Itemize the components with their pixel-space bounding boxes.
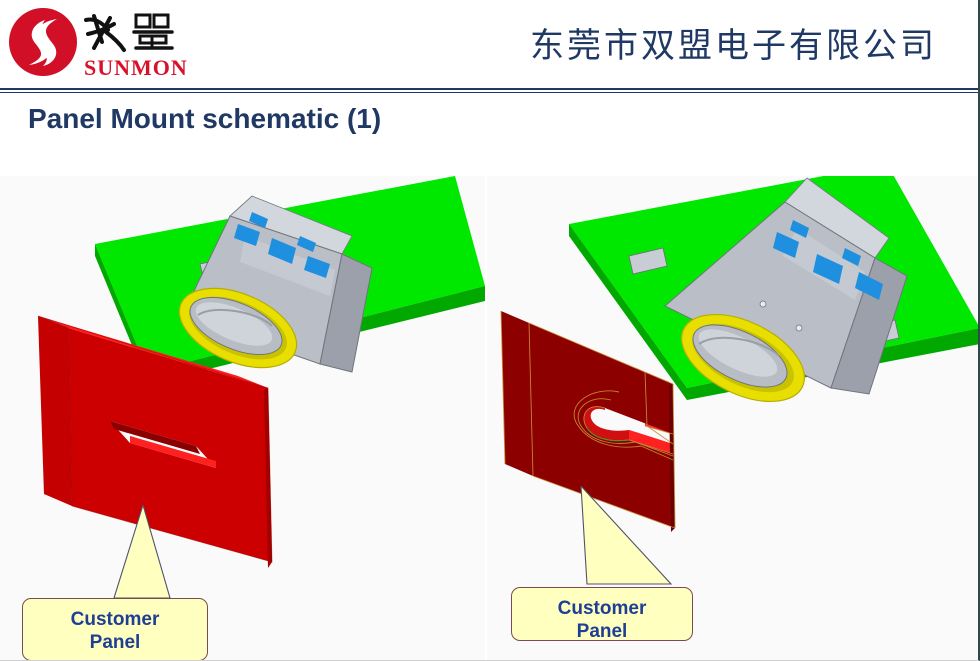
callout-right-line1: Customer [557, 598, 647, 619]
slide-canvas: SUNMON 东莞市双盟电子有限公司 Panel Mount schematic… [0, 0, 980, 661]
page-title: Panel Mount schematic (1) [28, 103, 382, 134]
cad-render-left [37, 176, 485, 568]
company-name: 东莞市双盟电子有限公司 [530, 26, 937, 66]
figure-panel-mount-closed-slot [0, 176, 485, 660]
callout-left-line1: Customer [70, 609, 160, 630]
callout-left-line2: Panel [89, 632, 141, 653]
logo-chinese-characters [84, 13, 174, 52]
header-divider-rule [0, 88, 978, 93]
slide-header: SUNMON 东莞市双盟电子有限公司 [0, 0, 978, 90]
customer-panel-callout-left[interactable]: Customer Panel [22, 598, 208, 660]
customer-panel-callout-right[interactable]: Customer Panel [511, 587, 693, 642]
sunmon-s-swirl-logo-icon [9, 8, 77, 76]
logo-wordmark: SUNMON [84, 55, 188, 80]
callout-right-line2: Panel [576, 621, 628, 642]
